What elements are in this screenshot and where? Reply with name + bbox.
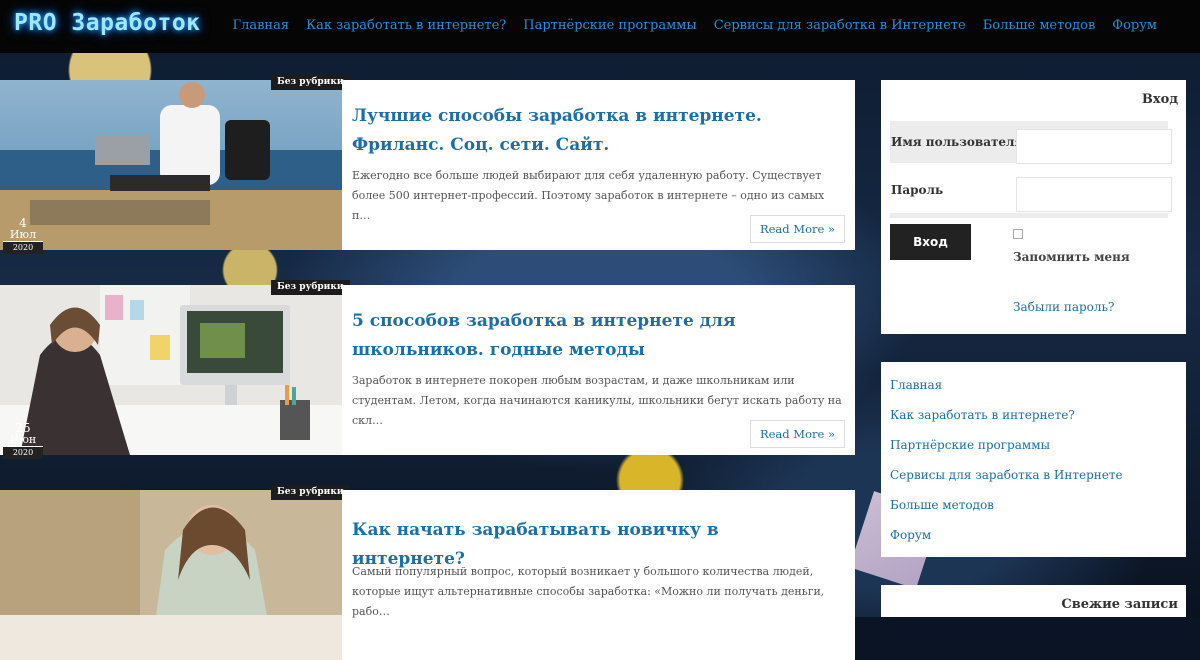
- menu-widget: Главная Как заработать в интернете? Парт…: [881, 362, 1186, 557]
- post-content: Как начать зарабатывать новичку в интерн…: [342, 490, 855, 660]
- post-content: 5 способов заработка в интернете для шко…: [342, 285, 855, 455]
- login-widget: Вход Имя пользователя Пароль Вход Запомн…: [881, 80, 1186, 334]
- post-content: Лучшие способы заработка в интернете. Фр…: [342, 80, 855, 250]
- post-card: Без рубрики Как начать зарабатывать нови…: [0, 485, 855, 660]
- main-nav: Главная Как заработать в интернете? Парт…: [233, 18, 1158, 33]
- form-divider: [890, 213, 1168, 218]
- password-row: Пароль: [890, 169, 1172, 212]
- category-badge[interactable]: Без рубрики: [271, 75, 350, 90]
- post-date: 25 Июн 2020: [3, 422, 43, 459]
- recent-posts-widget: Свежие записи: [881, 585, 1186, 617]
- remember-me-label[interactable]: Запомнить меня: [1013, 250, 1130, 264]
- remember-me-checkbox[interactable]: [1013, 229, 1023, 239]
- post-excerpt: Самый популярный вопрос, который возника…: [352, 565, 825, 618]
- sidebar-item-home[interactable]: Главная: [890, 378, 942, 392]
- username-label: Имя пользователя: [891, 135, 1024, 149]
- post-title[interactable]: Лучшие способы заработка в интернете. Фр…: [352, 102, 822, 160]
- site-logo[interactable]: PRO Заработок: [14, 10, 201, 36]
- sidebar-item-forum[interactable]: Форум: [890, 528, 931, 542]
- post-date-year: 2020: [3, 447, 43, 459]
- read-more-button[interactable]: Read More »: [749, 420, 845, 448]
- forgot-password-link[interactable]: Забыли пароль?: [1013, 300, 1115, 314]
- username-input[interactable]: [1016, 129, 1172, 164]
- site-header: PRO Заработок Главная Как заработать в и…: [0, 0, 1200, 53]
- sidebar-item-services[interactable]: Сервисы для заработка в Интернете: [890, 468, 1123, 482]
- category-badge[interactable]: Без рубрики: [271, 485, 350, 500]
- login-widget-title: Вход: [1141, 92, 1178, 107]
- username-row: Имя пользователя: [890, 121, 1172, 164]
- sidebar-item-partner-programs[interactable]: Партнёрские программы: [890, 438, 1050, 452]
- nav-item-more-methods[interactable]: Больше методов: [983, 18, 1096, 33]
- post-title[interactable]: 5 способов заработка в интернете для шко…: [352, 307, 822, 365]
- nav-item-forum[interactable]: Форум: [1112, 18, 1157, 33]
- post-date-year: 2020: [3, 242, 43, 254]
- post-thumbnail[interactable]: [0, 285, 342, 455]
- nav-item-services[interactable]: Сервисы для заработка в Интернете: [714, 18, 966, 33]
- login-button[interactable]: Вход: [890, 224, 971, 260]
- sidebar-item-how-to-earn[interactable]: Как заработать в интернете?: [890, 408, 1075, 422]
- nav-item-home[interactable]: Главная: [233, 18, 290, 33]
- category-badge[interactable]: Без рубрики: [271, 280, 350, 295]
- post-thumbnail[interactable]: [0, 490, 342, 660]
- post-thumbnail[interactable]: [0, 80, 342, 250]
- post-date-month: Июн: [3, 434, 43, 447]
- post-date: 4 Июл 2020: [3, 217, 43, 254]
- post-date-month: Июл: [3, 229, 43, 242]
- nav-item-how-to-earn[interactable]: Как заработать в интернете?: [306, 18, 506, 33]
- password-input[interactable]: [1016, 177, 1172, 212]
- post-card: Без рубрики 4 Июл 2020 Лучшие способы за…: [0, 75, 855, 254]
- nav-item-partner-programs[interactable]: Партнёрские программы: [523, 18, 696, 33]
- read-more-button[interactable]: Read More »: [749, 215, 845, 243]
- sidebar-item-more-methods[interactable]: Больше методов: [890, 498, 994, 512]
- recent-posts-title: Свежие записи: [1061, 597, 1178, 612]
- password-label: Пароль: [891, 183, 944, 197]
- post-card: Без рубрики 25 Июн 2020 5 способов зараб…: [0, 280, 855, 459]
